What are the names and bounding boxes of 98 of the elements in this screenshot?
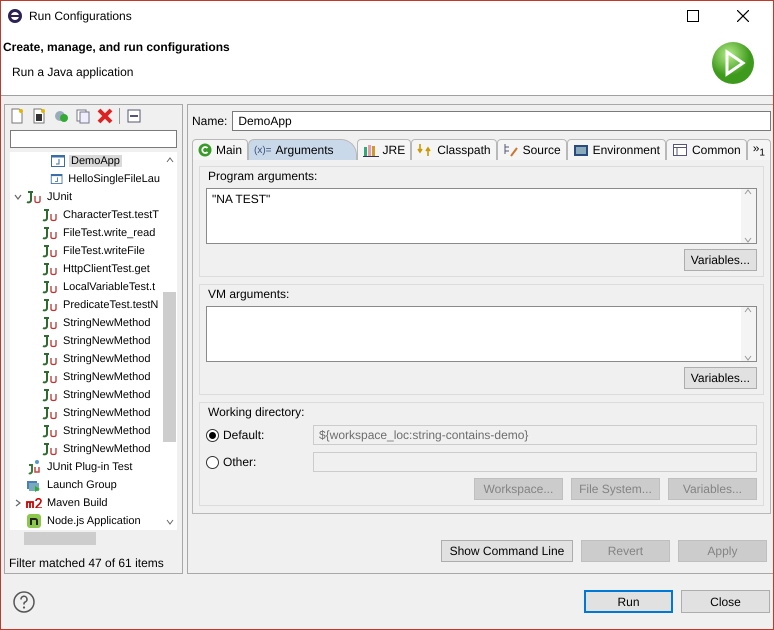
duplicate-icon[interactable]: [53, 108, 69, 124]
dialog-button[interactable]: Close: [681, 590, 770, 613]
tree-item[interactable]: PredicateTest.testN: [61, 299, 160, 311]
junit-icon: [42, 352, 58, 366]
app-icon: [7, 8, 23, 24]
expanded-chevron-icon[interactable]: [14, 193, 22, 201]
tree-item[interactable]: StringNewMethod: [61, 389, 152, 401]
tree-item[interactable]: Maven Build: [45, 497, 110, 509]
window-title: Run Configurations: [29, 8, 132, 22]
collapsed-chevron-icon[interactable]: [14, 499, 22, 507]
tree-item[interactable]: Launch Group: [45, 479, 119, 491]
delete-icon[interactable]: [97, 108, 113, 124]
name-label: Name:: [192, 114, 228, 128]
arrows-icon: [417, 143, 434, 157]
close-icon[interactable]: [737, 10, 749, 22]
tree-item[interactable]: LocalVariableTest.t: [61, 281, 158, 293]
tree-item[interactable]: FileTest.writeFile: [61, 245, 147, 257]
tab[interactable]: (x)= Arguments: [248, 139, 357, 160]
junit-icon: [42, 388, 58, 402]
header-subtitle: Run a Java application: [12, 65, 134, 79]
maximize-icon[interactable]: [687, 10, 699, 22]
vertical-scrollbar[interactable]: [740, 307, 756, 361]
table-icon: [672, 143, 688, 157]
junit-icon: [42, 334, 58, 348]
radio-label: Other:: [223, 455, 258, 469]
junit-icon: [42, 406, 58, 420]
help-icon[interactable]: [13, 590, 35, 612]
junit-icon: [42, 442, 58, 456]
group-label: Program arguments:: [208, 169, 318, 183]
scroll-down-icon[interactable]: [744, 355, 752, 361]
radio-button[interactable]: [206, 456, 219, 468]
tree-item[interactable]: StringNewMethod: [61, 371, 152, 383]
tab[interactable]: Common: [666, 139, 747, 160]
tab[interactable]: »$_{1}$: [746, 139, 771, 160]
tree-item[interactable]: Node.js Application: [45, 515, 143, 527]
tab[interactable]: Source: [496, 139, 567, 160]
collapse-icon[interactable]: [126, 108, 142, 124]
play-icon: [711, 40, 755, 84]
tree-item[interactable]: JUnit Plug-in Test: [45, 461, 134, 473]
new-prototype-icon[interactable]: [31, 108, 47, 124]
scroll-down-icon[interactable]: [166, 519, 174, 525]
new-file-icon[interactable]: [9, 108, 25, 124]
tree-item[interactable]: StringNewMethod: [61, 425, 152, 437]
junit-icon: [42, 244, 58, 258]
scroll-up-icon[interactable]: [744, 307, 752, 313]
scroll-up-icon[interactable]: [166, 157, 174, 163]
tree-item[interactable]: DemoApp: [69, 155, 122, 167]
radio-button[interactable]: [206, 428, 219, 442]
tree-item[interactable]: JUnit: [45, 191, 74, 203]
tab[interactable]: Environment: [566, 139, 666, 160]
field-value: "NA TEST": [212, 192, 270, 206]
program-arguments-field[interactable]: "NA TEST": [206, 188, 757, 244]
filter-field[interactable]: [10, 130, 177, 148]
group-label: VM arguments:: [208, 287, 290, 301]
tree-item[interactable]: CharacterTest.testT: [61, 209, 161, 221]
tree-item[interactable]: StringNewMethod: [61, 317, 152, 329]
filter-status: Filter matched 47 of 61 items: [8, 555, 165, 572]
tree-item[interactable]: FileTest.write_read: [61, 227, 158, 239]
junit-plugin-icon: [26, 459, 42, 475]
junit-icon: [42, 370, 58, 384]
junit-icon: [42, 316, 58, 330]
main-icon: [198, 143, 212, 157]
tab[interactable]: Classpath: [411, 139, 497, 160]
vertical-scrollbar[interactable]: [740, 189, 756, 243]
header-title: Create, manage, and run configurations: [3, 40, 231, 54]
action-button[interactable]: Show Command Line: [440, 540, 573, 562]
junit-icon: [42, 226, 58, 240]
tree-item[interactable]: StringNewMethod: [61, 335, 152, 347]
junit-icon: [42, 262, 58, 276]
group-label: Working directory:: [208, 405, 306, 419]
window-icon: [572, 143, 589, 157]
tree-item[interactable]: StringNewMethod: [61, 407, 152, 419]
scroll-down-icon[interactable]: [744, 237, 752, 243]
source-icon: [502, 143, 519, 157]
junit-icon: [42, 208, 58, 222]
tree-item[interactable]: StringNewMethod: [61, 353, 152, 365]
books-icon: [362, 143, 379, 157]
tree-item[interactable]: StringNewMethod: [61, 443, 152, 455]
radio-label: Default:: [223, 428, 266, 442]
tree-item[interactable]: HttpClientTest.get: [61, 263, 152, 275]
variables-button[interactable]: Variables...: [684, 367, 757, 389]
node-icon: [26, 513, 42, 529]
tab[interactable]: JRE: [356, 139, 412, 160]
dialog-button[interactable]: Run: [584, 590, 673, 613]
junit-icon: [42, 298, 58, 312]
junit-icon: [26, 190, 42, 204]
junit-icon: [42, 424, 58, 438]
pages-icon[interactable]: [75, 108, 91, 124]
junit-icon: [42, 280, 58, 294]
maven-icon: [26, 498, 42, 508]
variable-icon: (x)=: [254, 144, 272, 156]
java-app-icon: [50, 171, 64, 187]
vm-arguments-field[interactable]: [206, 306, 757, 362]
tab[interactable]: Main: [192, 139, 248, 160]
tree-item[interactable]: HelloSingleFileLau: [66, 173, 162, 185]
scroll-up-icon[interactable]: [744, 189, 752, 195]
variables-button[interactable]: Variables...: [684, 249, 757, 271]
name-field[interactable]: DemoApp: [232, 111, 771, 131]
